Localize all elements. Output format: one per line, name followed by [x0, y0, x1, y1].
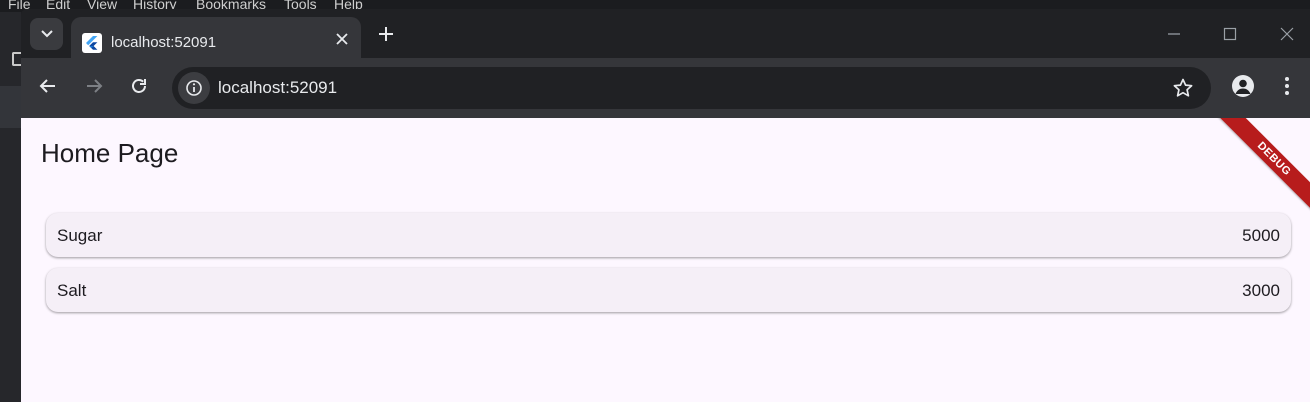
- item-list: Sugar 5000 Salt 3000: [46, 213, 1291, 323]
- arrow-right-icon: [87, 79, 103, 93]
- item-name: Sugar: [57, 226, 103, 245]
- background-sidebar: [0, 12, 21, 402]
- site-info-button[interactable]: [178, 72, 210, 104]
- item-name: Salt: [57, 281, 87, 300]
- reload-button[interactable]: [128, 75, 150, 97]
- arrow-left-icon: [39, 79, 55, 93]
- item-quantity: 5000: [1242, 226, 1280, 245]
- page-content: Home Page Sugar 5000 Salt 3000 DEBUG: [21, 118, 1310, 402]
- background-selected-item: [0, 86, 21, 128]
- page-title: Home Page: [41, 138, 179, 168]
- chevron-down-icon: [40, 30, 53, 38]
- tab-title: localhost:52091: [111, 34, 217, 51]
- minimize-icon[interactable]: [1166, 26, 1182, 42]
- new-tab-icon[interactable]: [376, 24, 396, 44]
- background-app-icon[interactable]: [12, 52, 21, 66]
- tab-search-button[interactable]: [30, 18, 63, 50]
- reload-icon: [132, 79, 146, 93]
- browser-toolbar: localhost:52091: [21, 58, 1310, 118]
- address-bar[interactable]: localhost:52091: [172, 67, 1211, 109]
- forward-button[interactable]: [83, 75, 105, 97]
- profile-button[interactable]: [1232, 75, 1254, 97]
- list-item[interactable]: Sugar 5000: [46, 213, 1291, 257]
- debug-banner: DEBUG: [1218, 118, 1310, 215]
- close-tab-icon[interactable]: [335, 32, 349, 46]
- item-quantity: 3000: [1242, 281, 1280, 300]
- info-icon: [186, 80, 202, 96]
- active-tab[interactable]: localhost:52091: [71, 17, 361, 58]
- flutter-favicon-icon: [82, 33, 102, 53]
- tab-strip: localhost:52091: [21, 9, 1310, 58]
- kebab-menu-icon[interactable]: [1283, 75, 1291, 97]
- person-icon: [1235, 79, 1251, 94]
- url-text[interactable]: localhost:52091: [218, 78, 337, 98]
- bookmark-star-icon[interactable]: [1172, 77, 1194, 99]
- maximize-icon[interactable]: [1222, 26, 1238, 42]
- back-button[interactable]: [37, 75, 59, 97]
- list-item[interactable]: Salt 3000: [46, 268, 1291, 312]
- close-window-icon[interactable]: [1279, 26, 1295, 42]
- browser-window: localhost:52091 localhost:52091 Home Pag…: [21, 9, 1310, 402]
